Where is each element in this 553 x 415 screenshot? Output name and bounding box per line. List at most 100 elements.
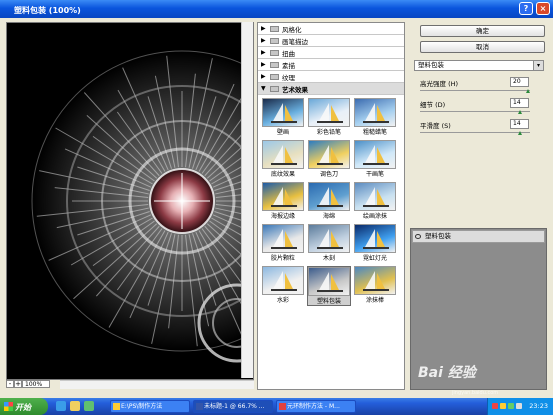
filter-thumbnail[interactable]: 彩色铅笔: [307, 98, 351, 138]
watermark: Bai 经验: [418, 365, 476, 381]
filter-select[interactable]: 塑料包装 ▾: [414, 60, 544, 71]
param-value-input[interactable]: 14: [510, 119, 529, 129]
filter-thumbnail[interactable]: 涂抹棒: [353, 266, 397, 306]
preview-image: [7, 23, 253, 379]
filter-thumbnail[interactable]: 木刻: [307, 224, 351, 264]
filter-thumbnail-grid: 壁画 彩色铅笔 粗糙蜡笔底纹效果 调色刀 干画笔海报边缘 海绵 绘画涂抹胶片颗粒 木刻 霓虹灯光…: [258, 95, 404, 306]
close-button[interactable]: ×: [536, 2, 550, 15]
param-value-input[interactable]: 20: [510, 77, 529, 87]
tray-icon[interactable]: [516, 403, 522, 409]
filter-thumbnail-label: 绘画涂抹: [362, 213, 387, 220]
folder-icon: [270, 73, 279, 80]
slider-knob[interactable]: [518, 131, 523, 135]
chevron-right-icon[interactable]: ▶: [261, 49, 267, 56]
start-button[interactable]: 开始: [0, 398, 48, 415]
effect-layer-row[interactable]: 塑料包装: [412, 230, 545, 243]
zoom-in-button[interactable]: +: [14, 380, 22, 388]
taskbar: 开始 E:\PS\制作方法 未标题-1 @ 66.7% ... 元环制作方法 -…: [0, 398, 553, 415]
sailboat-icon: [317, 145, 343, 165]
task-label: 未标题-1 @ 66.7% ...: [204, 403, 265, 410]
window-title: 塑料包装 (100%): [14, 6, 81, 15]
filter-thumbnail[interactable]: 海报边缘: [261, 182, 305, 222]
tray-icon[interactable]: [508, 403, 514, 409]
filter-thumbnail[interactable]: 塑料包装: [307, 266, 351, 306]
filter-category-label: 艺术效果: [282, 85, 308, 94]
folder-icon: [270, 25, 279, 32]
filter-category-label: 扭曲: [282, 49, 295, 58]
filter-preview-thumbnail: [354, 98, 396, 127]
sailboat-icon: [271, 145, 297, 165]
filter-preview-canvas[interactable]: [6, 22, 254, 380]
preview-vertical-scrollbar[interactable]: [241, 22, 253, 378]
desktop-icon[interactable]: [70, 401, 80, 411]
filter-thumbnail[interactable]: 底纹效果: [261, 140, 305, 180]
filter-thumbnail[interactable]: 胶片颗粒: [261, 224, 305, 264]
filter-thumbnail[interactable]: 水彩: [261, 266, 305, 306]
filter-preview-thumbnail: [354, 182, 396, 211]
filter-thumbnail-label: 木刻: [322, 255, 335, 262]
filter-thumbnail[interactable]: 干画笔: [353, 140, 397, 180]
filter-preview-thumbnail: [262, 98, 304, 127]
filter-thumbnail[interactable]: 绘画涂抹: [353, 182, 397, 222]
filter-thumbnail-label: 底纹效果: [270, 171, 295, 178]
filter-thumbnail-label: 水彩: [276, 297, 289, 304]
tray-icon[interactable]: [492, 403, 498, 409]
ok-button[interactable]: 确定: [420, 25, 545, 37]
filter-preview-thumbnail: [308, 182, 350, 211]
taskbar-item-photoshop[interactable]: 未标题-1 @ 66.7% ...: [193, 400, 273, 413]
param-slider[interactable]: [420, 89, 530, 93]
filter-category-label: 风格化: [282, 25, 302, 34]
tray-icon[interactable]: [500, 403, 506, 409]
slider-knob[interactable]: [518, 110, 523, 114]
filter-category-label: 画笔描边: [282, 37, 308, 46]
filter-thumbnail[interactable]: 粗糙蜡笔: [353, 98, 397, 138]
system-tray: 23:23: [487, 398, 553, 415]
taskbar-item-document[interactable]: 元环制作方法 - M...: [276, 400, 356, 413]
task-label: 元环制作方法 - M...: [287, 403, 340, 410]
filter-category-3[interactable]: ▶ 素描: [258, 59, 404, 71]
param-slider[interactable]: [420, 110, 530, 114]
filter-thumbnail-label: 调色刀: [319, 171, 338, 178]
filter-thumbnail[interactable]: 霓虹灯光: [353, 224, 397, 264]
filter-thumbnail[interactable]: 调色刀: [307, 140, 351, 180]
chevron-down-icon[interactable]: ▼: [261, 85, 267, 92]
filter-thumbnail-label: 壁画: [276, 129, 289, 136]
filter-category-0[interactable]: ▶ 风格化: [258, 23, 404, 35]
help-button[interactable]: ?: [519, 2, 533, 15]
task-label: E:\PS\制作方法: [121, 403, 163, 410]
filter-preview-thumbnail: [308, 224, 350, 253]
filter-preview-thumbnail: [308, 267, 350, 296]
filter-thumbnail[interactable]: 壁画: [261, 98, 305, 138]
slider-knob[interactable]: [526, 89, 530, 93]
filter-thumbnail[interactable]: 海绵: [307, 182, 351, 222]
filter-category-4[interactable]: ▶ 纹理: [258, 71, 404, 83]
chevron-right-icon[interactable]: ▶: [261, 73, 267, 80]
filter-select-value: 塑料包装: [418, 61, 444, 69]
sailboat-icon: [317, 103, 343, 123]
chevron-down-icon[interactable]: ▾: [533, 61, 543, 70]
filter-category-1[interactable]: ▶ 画笔描边: [258, 35, 404, 47]
watermark-url: jingyan.baidu.com: [452, 390, 499, 396]
filter-category-5[interactable]: ▼ 艺术效果: [258, 83, 404, 95]
cancel-button[interactable]: 取消: [420, 41, 545, 53]
filter-thumbnail-label: 塑料包装: [316, 298, 341, 305]
zoom-out-button[interactable]: -: [6, 380, 14, 388]
filter-preview-thumbnail: [262, 182, 304, 211]
chevron-right-icon[interactable]: ▶: [261, 61, 267, 68]
param-slider[interactable]: [420, 131, 530, 135]
media-player-icon[interactable]: [84, 401, 94, 411]
taskbar-item-folder[interactable]: E:\PS\制作方法: [110, 400, 190, 413]
chevron-right-icon[interactable]: ▶: [261, 37, 267, 44]
filter-category-2[interactable]: ▶ 扭曲: [258, 47, 404, 59]
chevron-right-icon[interactable]: ▶: [261, 25, 267, 32]
filter-preview-thumbnail: [308, 140, 350, 169]
preview-horizontal-scrollbar[interactable]: [60, 380, 254, 389]
param-value-input[interactable]: 14: [510, 98, 529, 108]
window-title-bar: 塑料包装 (100%) ? ×: [0, 0, 553, 18]
eye-icon[interactable]: [415, 234, 421, 239]
zoom-level-select[interactable]: 100%: [22, 380, 50, 388]
ie-icon[interactable]: [56, 401, 66, 411]
sailboat-icon: [363, 187, 389, 207]
filter-thumbnail-label: 胶片颗粒: [270, 255, 295, 262]
filter-thumbnail-label: 粗糙蜡笔: [362, 129, 387, 136]
